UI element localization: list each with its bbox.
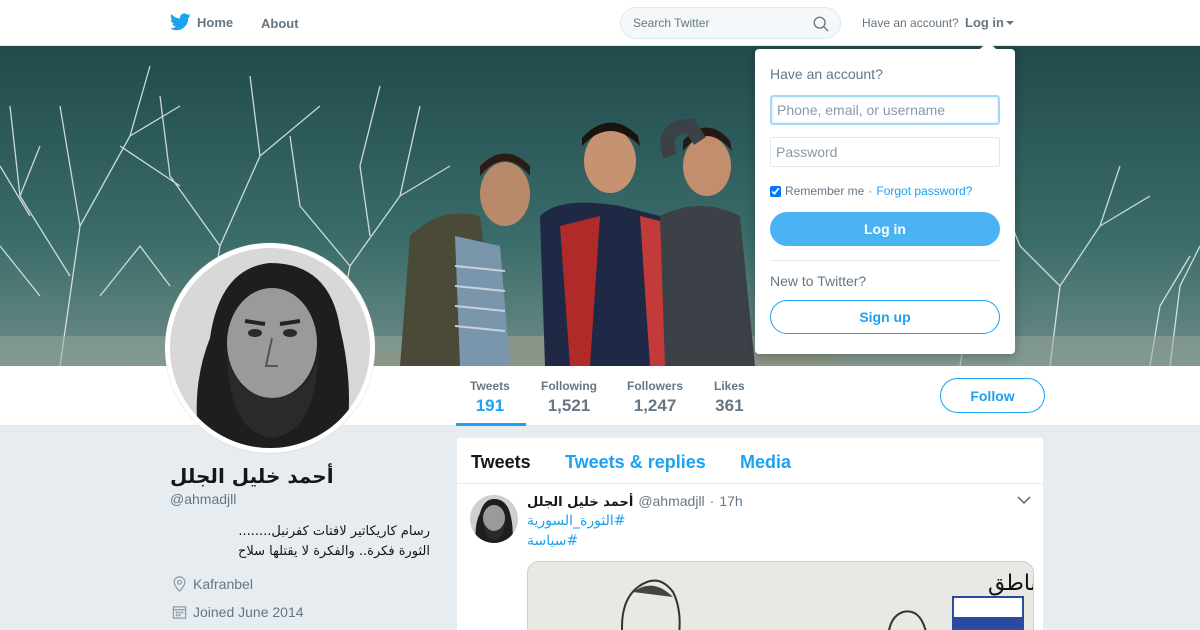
tweet-dot: ·: [709, 493, 715, 509]
remember-row: Remember me · Forgot password?: [770, 184, 972, 198]
stat-value: 1,521: [547, 396, 591, 415]
twitter-bird-icon: [170, 13, 191, 31]
profile-avatar[interactable]: [165, 243, 375, 453]
active-stat-underline: [456, 423, 526, 426]
home-label: Home: [197, 14, 234, 30]
timeline: Tweets Tweets & replies Media أحمد خليل …: [456, 437, 1044, 630]
login-button[interactable]: Log in: [770, 212, 1000, 246]
stat-followers[interactable]: Followers 1,247: [627, 379, 683, 416]
search-icon[interactable]: [812, 15, 830, 33]
signup-button[interactable]: Sign up: [770, 300, 1000, 334]
location-pin-icon: [173, 576, 186, 592]
profile-joined: Joined June 2014: [172, 604, 304, 620]
remember-me-checkbox[interactable]: [770, 185, 781, 197]
username-field[interactable]: [770, 95, 1000, 125]
tab-tweets-replies[interactable]: Tweets & replies: [565, 452, 706, 473]
divider: [770, 260, 1000, 261]
search-box: [620, 7, 841, 39]
tweet-author-name[interactable]: أحمد خليل الجلل: [527, 495, 633, 510]
stat-label: Following: [541, 379, 597, 393]
profile-name: أحمد خليل الجلل: [170, 464, 334, 488]
tab-media[interactable]: Media: [740, 452, 791, 473]
forgot-password-link[interactable]: Forgot password?: [876, 184, 972, 198]
stat-likes[interactable]: Likes 361: [714, 379, 745, 416]
caret-down-icon: [1006, 21, 1014, 25]
tab-tweets[interactable]: Tweets: [471, 452, 531, 473]
tweet-media-image[interactable]: سياسة قضم المناطق: [527, 561, 1034, 630]
follow-button[interactable]: Follow: [940, 378, 1045, 413]
tweet-avatar[interactable]: [470, 495, 518, 543]
login-menu-label: Log in: [965, 15, 1004, 30]
login-dropdown: Have an account? Remember me · Forgot pa…: [755, 41, 1015, 354]
profile-location: Kafranbel: [172, 576, 253, 592]
joined-text: Joined June 2014: [193, 604, 304, 620]
tweet-author-handle[interactable]: @ahmadjll: [638, 493, 704, 509]
tweet-header: أحمد خليل الجلل @ahmadjll · 17h: [527, 493, 743, 510]
stat-label: Likes: [714, 379, 745, 393]
location-text: Kafranbel: [193, 576, 253, 592]
chevron-down-icon[interactable]: [1017, 495, 1031, 505]
profile-bio: رسام كاريكاتير لافتات كفرنبل........ الث…: [170, 522, 430, 562]
media-caption: سياسة قضم المناطق: [988, 571, 1034, 596]
bio-line: رسام كاريكاتير لافتات كفرنبل........: [238, 524, 430, 539]
profile-handle[interactable]: @ahmadjll: [170, 491, 236, 507]
password-field[interactable]: [770, 137, 1000, 167]
stat-value: 1,247: [633, 396, 677, 415]
stat-value: 361: [715, 396, 744, 415]
tweet-hashtag[interactable]: #سياسة: [527, 533, 578, 549]
remember-me-label[interactable]: Remember me: [785, 184, 864, 198]
new-to-twitter-text: New to Twitter?: [770, 273, 867, 289]
stat-label: Tweets: [470, 379, 510, 393]
timeline-tabs: Tweets Tweets & replies Media: [457, 438, 1043, 484]
login-menu-toggle[interactable]: Log in: [965, 15, 1014, 30]
top-navigation-bar: Home About Have an account? Log in: [0, 0, 1200, 46]
search-input[interactable]: [621, 8, 801, 38]
stat-value: 191: [475, 396, 505, 415]
have-account-text: Have an account?: [862, 16, 959, 30]
calendar-icon: [172, 606, 187, 619]
stat-following[interactable]: Following 1,521: [541, 379, 597, 416]
tweet-timestamp[interactable]: 17h: [719, 493, 742, 509]
bio-line: الثورة فكرة.. والفكرة لا يقتلها سلاح: [237, 544, 430, 559]
about-nav-link[interactable]: About: [261, 16, 299, 31]
separator-dot: ·: [868, 184, 873, 198]
home-nav-link[interactable]: Home: [170, 13, 233, 31]
tweet-hashtag[interactable]: #الثورة_السورية: [527, 513, 625, 529]
stat-label: Followers: [627, 379, 684, 393]
dropdown-title: Have an account?: [770, 66, 883, 82]
stat-tweets[interactable]: Tweets 191: [470, 379, 510, 416]
